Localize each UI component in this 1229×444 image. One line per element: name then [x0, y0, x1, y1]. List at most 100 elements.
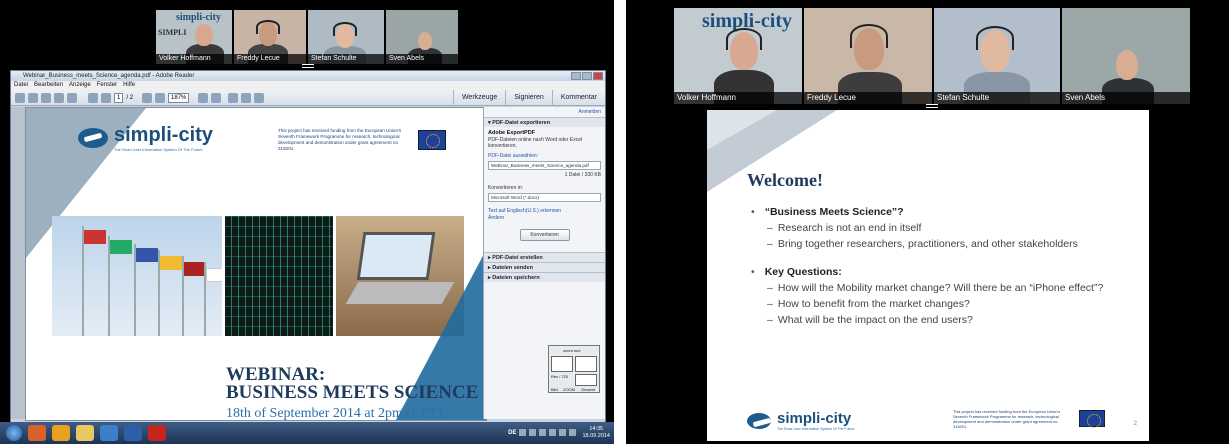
sub-bullet: How to benefit from the market changes?	[751, 297, 1121, 311]
volume-icon[interactable]	[569, 429, 577, 436]
window-titlebar: Webinar_Business_meets_Science_agenda.pd…	[11, 71, 605, 81]
sub-bullet: Research is not an end in itself	[751, 221, 1121, 235]
convert-button[interactable]: Konvertieren	[519, 229, 570, 241]
highlight-icon[interactable]	[241, 92, 252, 103]
slide-brand-logo: simpli-city The Road User Information Sy…	[747, 410, 855, 431]
video-tile: Freddy Lecue	[234, 10, 306, 64]
resize-handle[interactable]	[302, 64, 314, 68]
slide-decor	[707, 110, 777, 150]
fit-width-icon[interactable]	[211, 92, 222, 103]
create-icon[interactable]	[15, 92, 25, 103]
prev-page-icon[interactable]	[88, 92, 98, 103]
export-description: PDF-Dateien online nach Word oder Excel …	[488, 136, 583, 150]
video-tile: Sven Abels	[386, 10, 458, 64]
tray-icon[interactable]	[529, 429, 537, 436]
brand-name: simpli-city	[777, 410, 852, 427]
menu-item-edit[interactable]: Bearbeiten	[34, 81, 63, 90]
expand-icon[interactable]	[254, 92, 265, 103]
tools-button[interactable]: Werkzeuge	[452, 90, 505, 106]
video-tile: Stefan Schulte	[934, 8, 1060, 104]
menu-bar: Datei Bearbeiten Anzeige Fenster Hilfe	[11, 81, 605, 90]
slide-bullets: “Business Meets Science”? Research is no…	[751, 205, 1121, 329]
sign-button[interactable]: Signieren	[505, 90, 552, 106]
mini-panel-label: Bild	[551, 387, 558, 392]
system-tray: DE 14:35 18.09.2014	[508, 426, 610, 439]
language-indicator[interactable]: DE	[508, 430, 516, 436]
menu-item-window[interactable]: Fenster	[97, 81, 117, 90]
menu-item-view[interactable]: Anzeige	[69, 81, 91, 90]
video-tile: Stefan Schulte	[308, 10, 384, 64]
tray-icon[interactable]	[539, 429, 547, 436]
minimize-button[interactable]	[571, 72, 581, 80]
network-icon[interactable]	[559, 429, 567, 436]
page-number-input[interactable]: 1	[114, 92, 124, 103]
tray-icon[interactable]	[519, 429, 527, 436]
circuit-photo	[225, 216, 333, 336]
folder-icon[interactable]	[76, 425, 94, 441]
participant-name: Sven Abels	[1062, 92, 1190, 104]
webinar-line-2: BUSINESS MEETS SCIENCE	[226, 382, 479, 403]
funding-note: This project has received funding from t…	[278, 128, 402, 151]
tray-icon[interactable]	[549, 429, 557, 436]
adobe-reader-window: Webinar_Business_meets_Science_agenda.pd…	[10, 70, 606, 442]
login-link[interactable]: Anmelden	[484, 107, 605, 117]
section-create-pdf[interactable]: ▸ PDF-Datei erstellen	[484, 252, 605, 262]
menu-item-file[interactable]: Datei	[14, 81, 28, 90]
export-panel: Adobe ExportPDF PDF-Dateien online nach …	[484, 127, 605, 244]
participant-name: Freddy Lecue	[804, 92, 932, 104]
comment-button[interactable]: Kommentar	[551, 90, 605, 106]
section-export-pdf[interactable]: ▾ PDF-Datei exportieren	[484, 117, 605, 127]
brand-logo: simpli-city The Road User Information Sy…	[78, 124, 213, 152]
funding-note: This project has received funding from t…	[953, 409, 1061, 429]
eu-flag-icon	[418, 130, 446, 150]
video-tile: SIMPLI simpli-city Volker Hoffmann	[156, 10, 232, 64]
chrome-icon[interactable]	[52, 425, 70, 441]
zoom-select[interactable]: 187%	[168, 92, 190, 103]
mini-panel-title: zoom tool	[563, 348, 581, 353]
firefox-icon[interactable]	[28, 425, 46, 441]
bullet: “Business Meets Science”?	[751, 205, 1121, 219]
comment-icon[interactable]	[228, 92, 239, 103]
right-screenshot: simpli-city Volker Hoffmann Freddy Lecue…	[626, 0, 1229, 444]
slide-title: Welcome!	[747, 170, 823, 190]
sub-bullet: How will the Mobility market change? Wil…	[751, 281, 1121, 295]
maximize-button[interactable]	[582, 72, 592, 80]
start-button[interactable]	[6, 425, 22, 441]
app-icon[interactable]	[100, 425, 118, 441]
next-page-icon[interactable]	[101, 92, 111, 103]
zoom-mini-panel[interactable]: zoom tool Rev / 720 Bild ZOOM Gesamt	[548, 345, 600, 393]
clock[interactable]: 14:35 18.09.2014	[582, 426, 610, 439]
change-link[interactable]: Ändern	[488, 215, 601, 222]
sub-bullet: Bring together researchers, practitioner…	[751, 237, 1121, 251]
email-icon[interactable]	[67, 92, 77, 103]
video-tile: Sven Abels	[1062, 8, 1190, 104]
resize-handle[interactable]	[926, 104, 938, 108]
page-total: / 2	[126, 94, 134, 101]
zoom-in-icon[interactable]	[155, 92, 166, 103]
navigation-sidebar[interactable]	[11, 107, 25, 419]
close-button[interactable]	[593, 72, 603, 80]
section-store-files[interactable]: ▸ Dateien speichern	[484, 272, 605, 282]
participant-name: Volker Hoffmann	[674, 92, 802, 104]
pdf-page: simpli-city The Road User Information Sy…	[25, 107, 487, 421]
sub-bullet: What will be the impact on the end users…	[751, 313, 1121, 327]
app-icon[interactable]	[124, 425, 142, 441]
brand-name: simpli-city	[114, 124, 213, 146]
open-icon[interactable]	[28, 92, 38, 103]
fit-page-icon[interactable]	[198, 92, 209, 103]
tools-pane: Anmelden ▾ PDF-Datei exportieren Adobe E…	[483, 107, 605, 419]
adobe-reader-icon[interactable]	[148, 425, 166, 441]
selected-file[interactable]: Webinar_Business_meets_Science_agenda.pd…	[488, 161, 601, 170]
menu-item-help[interactable]: Hilfe	[123, 81, 135, 90]
video-tile: Freddy Lecue	[804, 8, 932, 104]
participant-name: Volker Hoffmann	[156, 54, 232, 64]
print-icon[interactable]	[54, 92, 64, 103]
webinar-date: 18th of September 2014 at 2pm (CET)	[226, 406, 443, 421]
save-icon[interactable]	[41, 92, 51, 103]
flags-photo	[52, 216, 222, 336]
zoom-out-icon[interactable]	[142, 92, 153, 103]
mini-panel-row: Rev / 720	[551, 374, 569, 379]
taskbar: DE 14:35 18.09.2014	[0, 422, 614, 444]
format-select[interactable]: Microsoft Word (*.docx)	[488, 193, 601, 202]
section-send-files[interactable]: ▸ Dateien senden	[484, 262, 605, 272]
